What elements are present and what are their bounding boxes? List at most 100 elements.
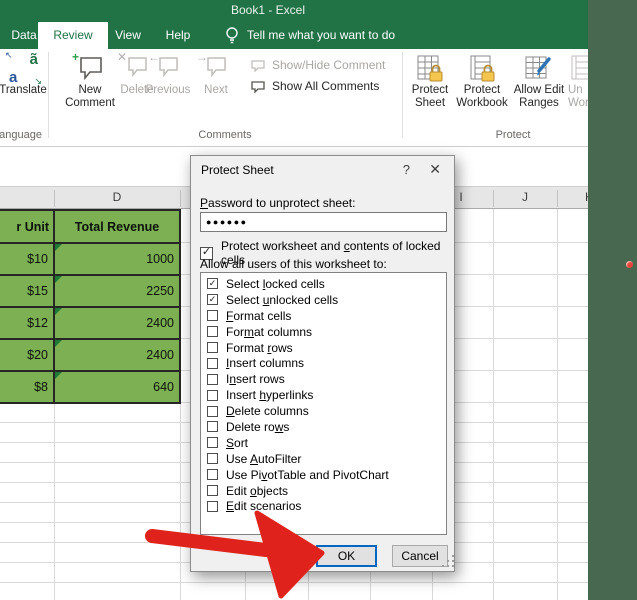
tab-view[interactable]: View [110, 22, 146, 49]
checkbox-icon[interactable] [207, 501, 218, 512]
column-header-J[interactable]: J [522, 190, 528, 204]
plus-icon: + [72, 50, 79, 64]
protect-sheet-label: Protect [412, 84, 448, 97]
excel-window: Book1 - Excel Data Review View Help Tell… [0, 0, 637, 600]
checkbox-icon[interactable] [207, 406, 218, 417]
checkbox-icon[interactable]: ✓ [207, 294, 218, 305]
cell-flag-triangle [55, 276, 62, 283]
cell-revenue-row3[interactable]: 2400 [55, 308, 179, 338]
permission-item-insert-hyperlinks[interactable]: Insert hyperlinks [201, 387, 446, 403]
permission-label: Edit objects [226, 484, 288, 498]
previous-comment-icon: ← [155, 54, 181, 84]
cell-revenue-row4[interactable]: 2400 [55, 340, 179, 370]
checkbox-icon[interactable] [207, 342, 218, 353]
protect-workbook-button[interactable]: Protect Workbook [453, 54, 511, 110]
password-input[interactable]: ●●●●●● [200, 212, 447, 232]
window-title: Book1 - Excel [188, 3, 348, 17]
tell-me-box[interactable]: Tell me what you want to do [247, 22, 395, 49]
tab-data[interactable]: Data [8, 22, 40, 49]
language-group-label: Language [0, 129, 63, 141]
checkbox-icon[interactable] [207, 374, 218, 385]
resize-grip[interactable] [447, 560, 449, 562]
show-hide-label: Show/Hide Comment [272, 58, 385, 72]
column-header-separator [180, 190, 181, 207]
side-overlay-band [588, 0, 637, 600]
tab-review[interactable]: Review [38, 22, 108, 49]
permission-label: Select unlocked cells [226, 293, 338, 307]
show-all-comments-button[interactable]: Show All Comments [250, 79, 379, 93]
permission-item-format-cells[interactable]: Format cells [201, 308, 446, 324]
permission-label: Insert rows [226, 372, 285, 386]
cell-revenue-row1[interactable]: 1000 [55, 244, 179, 274]
dialog-title-bar[interactable]: Protect Sheet ? ✕ [191, 156, 454, 183]
allow-edit-ranges-button[interactable]: Allow Edit Ranges [510, 54, 568, 110]
cursor-dot [626, 261, 633, 268]
translate-button[interactable]: ↖ãa↘ Translate [0, 54, 46, 97]
column-header-separator [493, 190, 494, 207]
permission-item-delete-rows[interactable]: Delete rows [201, 419, 446, 435]
next-comment-icon: → [203, 54, 229, 84]
checkbox-icon[interactable] [207, 326, 218, 337]
permission-item-insert-columns[interactable]: Insert columns [201, 355, 446, 371]
protect-workbook-label: Protect [464, 84, 500, 97]
protect-sheet-label: Sheet [415, 97, 445, 110]
checkbox-icon[interactable] [207, 485, 218, 496]
new-comment-label: New [78, 84, 101, 97]
next-label: Next [204, 84, 228, 97]
checkbox-icon[interactable] [207, 310, 218, 321]
column-header-I[interactable]: I [459, 190, 462, 204]
checkbox-icon[interactable] [207, 437, 218, 448]
gridline [493, 209, 494, 600]
permission-item-select-locked-cells[interactable]: ✓Select locked cells [201, 276, 446, 292]
permission-item-format-rows[interactable]: Format rows [201, 340, 446, 356]
permission-item-edit-objects[interactable]: Edit objects [201, 483, 446, 499]
permission-label: Format columns [226, 325, 312, 339]
dialog-close-button[interactable]: ✕ [429, 161, 441, 178]
permission-item-use-autofilter[interactable]: Use AutoFilter [201, 451, 446, 467]
protect-workbook-label: Workbook [456, 97, 508, 110]
checkbox-icon[interactable] [207, 421, 218, 432]
cell-header-d[interactable]: Total Revenue [55, 211, 179, 242]
checkbox-icon[interactable] [207, 453, 218, 464]
new-comment-label: Comment [65, 97, 115, 110]
cell-price-row4[interactable]: $20 [0, 340, 53, 370]
permission-item-select-unlocked-cells[interactable]: ✓ Select unlocked cells [201, 292, 446, 308]
permission-item-sort[interactable]: Sort [201, 435, 446, 451]
checkbox-icon[interactable] [207, 469, 218, 480]
password-label: Password to unprotect sheet: [200, 196, 355, 210]
ribbon-separator [48, 52, 49, 138]
permission-label: Insert hyperlinks [226, 388, 313, 402]
permission-item-format-columns[interactable]: Format columns [201, 324, 446, 340]
ok-button[interactable]: OK [316, 545, 377, 567]
new-comment-button[interactable]: + New Comment [58, 54, 122, 110]
cell-header-c[interactable]: r Unit [0, 211, 53, 242]
cell-price-row3[interactable]: $12 [0, 308, 53, 338]
permission-item-delete-columns[interactable]: Delete columns [201, 403, 446, 419]
cell-price-row1[interactable]: $10 [0, 244, 53, 274]
previous-comment-button: ← Previous [145, 54, 191, 97]
checkbox-icon[interactable] [207, 390, 218, 401]
dialog-title: Protect Sheet [201, 163, 274, 177]
unshare-workbook-label: Wor [568, 97, 589, 110]
permissions-list[interactable]: ✓Select locked cells✓Select unlocked cel… [200, 272, 447, 535]
permission-label: Delete rows [226, 420, 289, 434]
cell-price-row5[interactable]: $8 [0, 372, 53, 402]
cell-revenue-row5[interactable]: 640 [55, 372, 179, 402]
checkbox-icon[interactable]: ✓ [207, 278, 218, 289]
permission-item-insert-rows[interactable]: Insert rows [201, 371, 446, 387]
permission-label: Use AutoFilter [226, 452, 301, 466]
permission-label: Insert columns [226, 356, 304, 370]
checkbox-icon[interactable] [207, 358, 218, 369]
permission-item-edit-scenarios[interactable]: Edit scenarios [201, 498, 446, 514]
cell-revenue-row2[interactable]: 2250 [55, 276, 179, 306]
protect-sheet-button[interactable]: Protect Sheet [407, 54, 453, 110]
cancel-button[interactable]: Cancel [392, 545, 448, 567]
permission-item-use-pivottable-and-pivotchart[interactable]: Use PivotTable and PivotChart [201, 467, 446, 483]
title-bar: Book1 - Excel [0, 0, 637, 22]
dialog-help-button[interactable]: ? [403, 162, 410, 177]
tab-help[interactable]: Help [160, 22, 196, 49]
cell-price-row2[interactable]: $15 [0, 276, 53, 306]
comment-bubble-icon [250, 80, 266, 93]
column-header-D[interactable]: D [113, 190, 122, 204]
gridline [0, 582, 590, 583]
